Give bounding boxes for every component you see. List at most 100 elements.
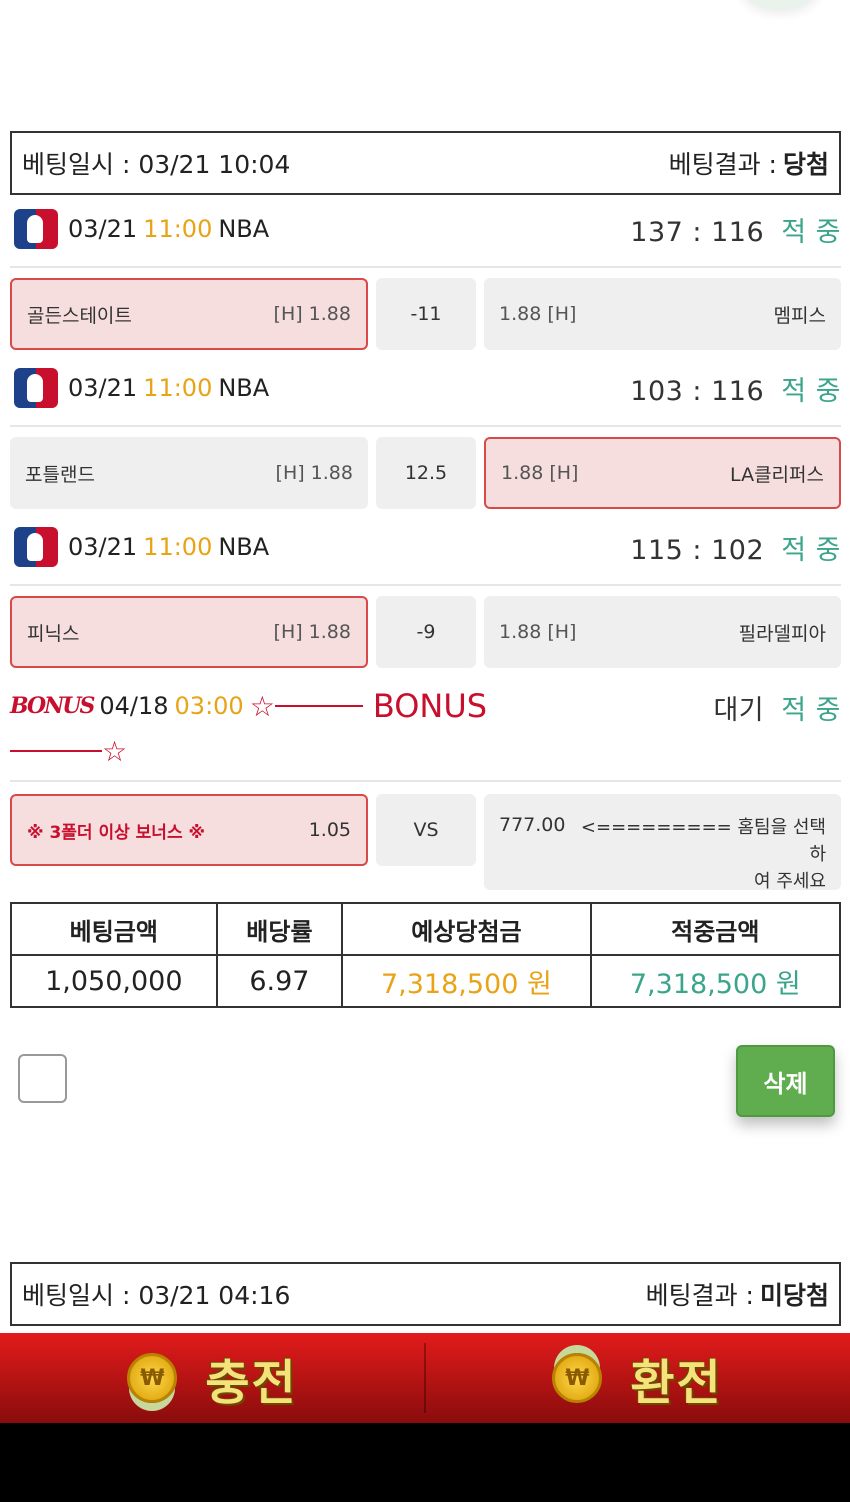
exchange-button[interactable]: ₩ 환전 [425, 1333, 850, 1423]
game-status: 적 중 [781, 534, 841, 566]
game-score: 137 : 116 [630, 216, 765, 248]
bet-date: 베팅일시 : 03/21 04:16 [22, 1281, 291, 1310]
bonus-away-cell[interactable]: 777.00 <========= 홈팀을 선택하 여 주세요 [484, 794, 841, 892]
home-team: 피닉스 [27, 622, 80, 645]
home-bet-cell[interactable]: 피닉스 [H] 1.88 [10, 596, 368, 668]
total-odds: 6.97 [215, 954, 344, 1008]
game-status: 적 중 [781, 375, 841, 407]
bet-result-value: 미당첨 [759, 1281, 829, 1310]
game-date: 03/21 [68, 374, 138, 402]
floating-button-edge[interactable] [740, 0, 820, 10]
nba-logo-icon [14, 368, 58, 408]
bet-header: 베팅일시 : 03/21 10:04 베팅결과 : 당첨 [10, 131, 841, 195]
bet-result-label: 베팅결과 : [668, 150, 777, 179]
divider [10, 584, 841, 586]
game-league: NBA [218, 374, 270, 402]
home-team: 포틀랜드 [25, 463, 95, 486]
bottom-action-bar: ₩ 충전 ₩ 환전 [0, 1333, 850, 1423]
home-team: 골든스테이트 [27, 304, 132, 327]
won-amount: 7,318,500 원 [589, 954, 842, 1008]
nba-logo-icon [14, 209, 58, 249]
nba-logo-icon [14, 527, 58, 567]
game-status: 적 중 [781, 216, 841, 248]
star-icon: ☆ [102, 734, 128, 768]
decorative-line [10, 750, 102, 752]
summary-header-row: 베팅금액 배당률 예상당첨금 적중금액 [10, 902, 842, 956]
odds-row: 피닉스 [H] 1.88 -9 1.88 [H] 필라델피아 [10, 596, 841, 668]
bonus-odds-row: ※ 3폴더 이상 보너스 ※ 1.05 VS 777.00 <=========… [10, 794, 841, 892]
vs-cell[interactable]: VS [376, 794, 476, 866]
game-time: 11:00 [143, 533, 213, 561]
bonus-row: BONUS 04/18 03:00 ☆ BONUS ☆ 대기 적 중 [10, 676, 841, 776]
away-odds: 1.88 [H] [499, 303, 577, 325]
bonus-time: 03:00 [174, 692, 244, 720]
game-row: 03/21 11:00 NBA 137 : 116 적 중 [10, 196, 841, 262]
handicap-value: 12.5 [404, 462, 448, 484]
bonus-away-odds: 777.00 [499, 814, 566, 836]
odds-row: 포틀랜드 [H] 1.88 12.5 1.88 [H] LA클리퍼스 [10, 437, 841, 509]
charge-label: 충전 [205, 1355, 298, 1411]
home-odds: [H] 1.88 [273, 303, 351, 325]
bet-date: 베팅일시 : 03/21 10:04 [22, 150, 291, 179]
game-date: 03/21 [68, 215, 138, 243]
vs-label: VS [413, 819, 439, 841]
game-row: 03/21 11:00 NBA 103 : 116 적 중 [10, 355, 841, 421]
bonus-title: BONUS [372, 687, 488, 725]
handicap-cell[interactable]: 12.5 [376, 437, 476, 509]
delete-button[interactable]: 삭제 [736, 1045, 835, 1117]
star-icon: ☆ [249, 689, 275, 723]
coin-icon: ₩ [552, 1353, 603, 1403]
decorative-line [274, 705, 363, 707]
handicap-cell[interactable]: -11 [376, 278, 476, 350]
game-league: NBA [218, 533, 270, 561]
home-odds: [H] 1.88 [275, 462, 353, 484]
bet-result-value: 당첨 [782, 150, 829, 179]
handicap-cell[interactable]: -9 [376, 596, 476, 668]
away-bet-cell[interactable]: 1.88 [H] LA클리퍼스 [484, 437, 841, 509]
divider [10, 266, 841, 268]
away-team: 필라델피아 [738, 622, 826, 645]
bonus-message-line-2: 여 주세요 [754, 871, 826, 892]
bet-result: 베팅결과 : 미당첨 [646, 1276, 829, 1312]
exchange-label: 환전 [630, 1355, 723, 1411]
summary-header: 예상당첨금 [341, 902, 592, 956]
game-row: 03/21 11:00 NBA 115 : 102 적 중 [10, 514, 841, 580]
away-odds: 1.88 [H] [499, 621, 577, 643]
divider [10, 425, 841, 427]
bet-result-label: 베팅결과 : [645, 1281, 754, 1310]
home-bet-cell[interactable]: 골든스테이트 [H] 1.88 [10, 278, 368, 350]
select-checkbox[interactable] [18, 1054, 67, 1103]
bonus-message-line-1: <========= 홈팀을 선택하 [580, 817, 826, 865]
charge-button[interactable]: ₩ 충전 [0, 1333, 425, 1423]
bet-header: 베팅일시 : 03/21 04:16 베팅결과 : 미당첨 [10, 1262, 841, 1326]
summary-header: 적중금액 [589, 902, 842, 956]
summary-header: 배당률 [215, 902, 344, 956]
home-odds: [H] 1.88 [273, 621, 351, 643]
game-date: 03/21 [68, 533, 138, 561]
away-team: 멤피스 [773, 304, 826, 327]
bonus-home-odds: 1.05 [308, 819, 351, 841]
game-time: 11:00 [143, 374, 213, 402]
game-time: 11:00 [143, 215, 213, 243]
bonus-state: 대기 [713, 695, 765, 726]
bonus-date: 04/18 [99, 692, 169, 720]
system-nav-area [0, 1423, 850, 1502]
summary-header: 베팅금액 [10, 902, 218, 956]
away-bet-cell[interactable]: 1.88 [H] 멤피스 [484, 278, 841, 350]
away-odds: 1.88 [H] [501, 462, 579, 484]
home-bet-cell[interactable]: 포틀랜드 [H] 1.88 [10, 437, 368, 509]
page: 베팅일시 : 03/21 10:04 베팅결과 : 당첨 03/21 11:00… [0, 0, 850, 1502]
handicap-value: -9 [416, 621, 436, 643]
coin-icon: ₩ [127, 1353, 178, 1403]
handicap-value: -11 [410, 303, 442, 325]
game-score: 115 : 102 [630, 534, 765, 566]
away-bet-cell[interactable]: 1.88 [H] 필라델피아 [484, 596, 841, 668]
bonus-home-cell[interactable]: ※ 3폴더 이상 보너스 ※ 1.05 [10, 794, 368, 866]
bet-summary-table: 베팅금액 배당률 예상당첨금 적중금액 1,050,000 6.97 7,318… [10, 902, 842, 1008]
away-team: LA클리퍼스 [730, 463, 824, 486]
bonus-home-label: ※ 3폴더 이상 보너스 ※ [27, 822, 206, 843]
summary-value-row: 1,050,000 6.97 7,318,500 원 7,318,500 원 [10, 954, 842, 1008]
bonus-status: 적 중 [781, 695, 841, 726]
game-league: NBA [218, 215, 270, 243]
odds-row: 골든스테이트 [H] 1.88 -11 1.88 [H] 멤피스 [10, 278, 841, 350]
